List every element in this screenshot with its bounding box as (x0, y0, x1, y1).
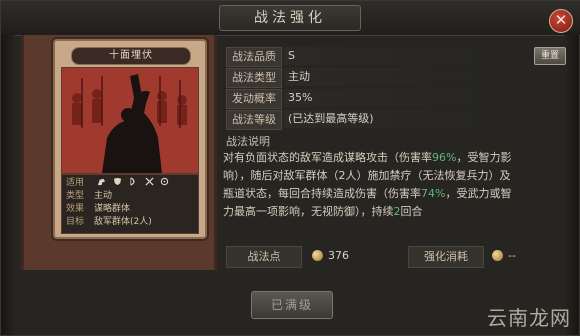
window-title: 战法强化 (219, 5, 361, 31)
side-decoration-left (1, 35, 15, 335)
info-row-effect: 效果 谋略群体 (66, 203, 130, 215)
coin-icon (312, 250, 323, 261)
field-value: (已达到最高等级) (284, 110, 494, 128)
upgrade-button[interactable]: 已满级 (251, 291, 333, 319)
highlight-value: 74% (421, 187, 446, 200)
info-key: 目标 (66, 217, 85, 227)
info-value: 谋略群体 (94, 204, 131, 214)
field-label: 战法品质 (226, 47, 282, 67)
wheel-icon (161, 177, 169, 186)
bottom-stats: 战法点 376 强化消耗 -- (226, 246, 564, 268)
info-row-applicable: 适用 (66, 177, 173, 189)
reset-button[interactable]: 重置 (534, 47, 566, 65)
info-value: 敌军群体(2人) (94, 217, 152, 227)
card-artwork (61, 67, 199, 174)
card-info: 适用 类型 主动 效果 谋略群体 目标 敌军群体(2人) (61, 174, 199, 234)
field-rate: 发动概率 35% (226, 89, 564, 109)
description-label: 战法说明 (226, 135, 270, 148)
info-row-target: 目标 敌军群体(2人) (66, 216, 152, 228)
info-row-type: 类型 主动 (66, 190, 112, 202)
close-button[interactable]: ✕ (549, 9, 573, 33)
strengthen-window: 战法强化 ✕ 十面埋伏 适用 类型 主动 效果 谋略群体 目标 敌军群体(2人)… (0, 0, 580, 336)
info-key: 类型 (66, 191, 85, 201)
coin-icon (492, 250, 503, 261)
points-value: 376 (312, 246, 349, 266)
title-bar: 战法强化 ✕ (1, 1, 580, 36)
field-quality: 战法品质 S (226, 47, 564, 67)
cavalry-icon (97, 178, 105, 186)
field-label: 发动概率 (226, 89, 282, 109)
info-value: 主动 (94, 191, 113, 201)
info-key: 适用 (66, 178, 85, 188)
card-title: 十面埋伏 (71, 47, 191, 65)
description-line: 瓶道状态，每回合持续造成伤害（伤害率74%，受武力或智 (223, 187, 512, 200)
description-line: 响），随后对敌军群体（2人）施加禁疗（无法恢复兵力）及 (223, 169, 511, 182)
bow-icon (130, 177, 135, 186)
highlight-value: 96% (432, 151, 457, 164)
side-decoration-right (565, 35, 579, 335)
field-value: 主动 (284, 68, 494, 86)
watermark: 云南龙网 (487, 306, 571, 330)
points-label: 战法点 (226, 246, 302, 268)
spear-icon (144, 177, 154, 186)
field-label: 战法等级 (226, 110, 282, 130)
field-value: 35% (284, 89, 494, 107)
field-value: S (284, 47, 494, 65)
field-level: 战法等级 (已达到最高等级) (226, 110, 564, 130)
shield-icon (113, 177, 121, 186)
cost-value: -- (492, 246, 516, 266)
field-label: 战法类型 (226, 68, 282, 88)
info-key: 效果 (66, 204, 85, 214)
cost-label: 强化消耗 (408, 246, 484, 268)
field-type: 战法类型 主动 (226, 68, 564, 88)
description-text: 对有负面状态的敌军造成谋略攻击（伤害率96%，受智力影 响），随后对敌军群体（2… (223, 149, 563, 221)
highlight-value: 2 (393, 205, 401, 218)
description-line: 对有负面状态的敌军造成谋略攻击（伤害率96%，受智力影 (223, 151, 512, 164)
ambush-illustration (62, 68, 198, 173)
description-line: 力最高一项影响，无视防御），持续2回合 (223, 205, 423, 218)
tactic-card: 十面埋伏 适用 类型 主动 效果 谋略群体 目标 敌军群体(2人) (53, 39, 207, 239)
